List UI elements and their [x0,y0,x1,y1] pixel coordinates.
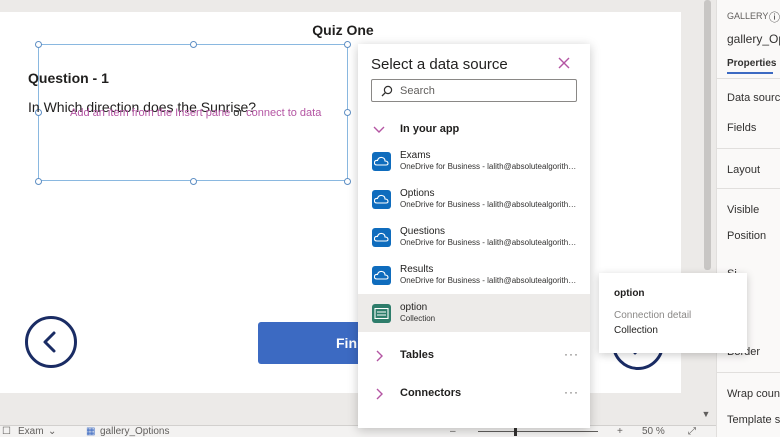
zoom-slider[interactable] [478,431,598,432]
previous-button[interactable] [25,316,77,368]
tooltip-title: option [614,288,645,299]
search-input[interactable] [400,82,570,99]
help-icon[interactable]: ⓘ [769,9,780,25]
chevron-left-icon [43,331,56,353]
resize-handle-top[interactable] [190,41,197,48]
resize-handle-right[interactable] [344,109,351,116]
data-source-item-options[interactable]: Options OneDrive for Business - lalith@a… [358,180,590,218]
horizontal-scrollbar[interactable] [0,402,697,416]
chevron-right-icon [376,388,383,400]
prop-fields[interactable]: Fields [727,122,756,134]
group-label: Tables [400,349,435,361]
data-source-item-questions[interactable]: Questions OneDrive for Business - lalith… [358,218,590,256]
control-name[interactable]: gallery_Op [727,32,780,46]
prop-visible[interactable]: Visible [727,204,759,216]
onedrive-icon [372,228,391,247]
data-source-item-exams[interactable]: Exams OneDrive for Business - lalith@abs… [358,142,590,180]
item-connection: OneDrive for Business - lalith@absolutea… [400,238,578,247]
group-label: Connectors [400,387,462,399]
data-source-item-results[interactable]: Results OneDrive for Business - lalith@a… [358,256,590,294]
quiz-title[interactable]: Quiz One [300,22,386,38]
zoom-in-icon[interactable]: + [617,426,623,437]
divider [717,372,780,373]
data-source-item-option[interactable]: option Collection [358,294,590,332]
tab-underline [727,72,773,74]
close-icon [558,57,570,69]
collection-icon [372,304,391,323]
control-type-label: GALLERY [727,11,769,21]
tab-properties[interactable]: Properties [727,58,776,69]
zoom-level: 50 % [642,426,665,437]
divider [717,148,780,149]
vertical-scrollbar-thumb[interactable] [704,0,711,270]
divider [717,188,780,189]
resize-handle-bottom-right[interactable] [344,178,351,185]
prop-wrap-count[interactable]: Wrap count [727,388,780,400]
resize-handle-bottom-left[interactable] [35,178,42,185]
onedrive-icon [372,266,391,285]
screen-checkbox-icon[interactable]: ☐ [2,426,11,437]
item-name: Results [400,264,434,275]
onedrive-icon [372,190,391,209]
hint-or-text: or [233,107,244,119]
resize-handle-top-right[interactable] [344,41,351,48]
data-source-title: Select a data source [371,56,508,73]
search-box[interactable] [371,79,577,102]
question-label[interactable]: Question - 1 [28,70,109,86]
connect-to-data-link[interactable]: connect to data [246,107,321,119]
resize-handle-bottom[interactable] [190,178,197,185]
tooltip-detail-value: Collection [614,325,658,336]
item-name: Options [400,188,435,199]
chevron-right-icon [376,350,383,362]
chevron-down-icon [373,126,385,133]
resize-handle-top-left[interactable] [35,41,42,48]
gallery-selector[interactable]: gallery_Options [100,426,169,437]
item-name: option [400,302,428,313]
item-name: Questions [400,226,446,237]
prop-layout[interactable]: Layout [727,164,760,176]
more-options-icon[interactable]: ··· [564,347,579,361]
screen-selector[interactable]: Exam [18,426,44,437]
prop-template-size[interactable]: Template siz [727,414,780,426]
tooltip-detail-label: Connection detail [614,310,692,321]
prop-position[interactable]: Position [727,230,766,242]
item-connection: OneDrive for Business - lalith@absolutea… [400,276,578,285]
screen-dropdown-icon[interactable]: ⌄ [48,426,56,437]
onedrive-icon [372,152,391,171]
gallery-empty-hint: Add an item from the Insert pane or conn… [70,107,321,119]
divider [717,78,780,79]
group-label: In your app [400,123,460,135]
item-connection: Collection [400,314,436,323]
scroll-down-arrow-icon[interactable]: ▼ [700,408,712,420]
gallery-icon: ▦ [86,426,96,437]
finish-button[interactable]: Finish [258,322,368,364]
properties-pane: GALLERY ⓘ gallery_Op Properties Data sou… [716,0,780,437]
more-options-icon[interactable]: ··· [564,385,579,399]
search-icon [381,85,393,97]
prop-data-source[interactable]: Data source [727,92,780,104]
item-connection: OneDrive for Business - lalith@absolutea… [400,162,578,171]
item-name: Exams [400,150,431,161]
item-connection: OneDrive for Business - lalith@absolutea… [400,200,578,209]
close-button[interactable] [557,56,571,70]
fit-to-window-icon[interactable]: ⤢ [688,426,696,437]
data-source-tooltip: option Connection detail Collection [599,273,747,353]
insert-pane-link[interactable]: Add an item from the Insert pane [70,107,230,119]
data-source-panel: Select a data source In your app Exams O… [358,44,590,428]
